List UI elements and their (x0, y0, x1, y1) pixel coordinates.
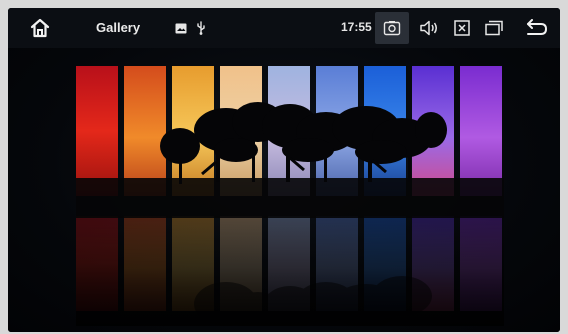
home-button[interactable] (28, 16, 52, 40)
camera-icon (383, 21, 401, 36)
volume-icon (420, 20, 437, 36)
image-icon (174, 21, 188, 35)
close-app-button[interactable] (452, 18, 472, 38)
app-title: Gallery (96, 20, 141, 35)
status-bar: Gallery 17:55 (8, 8, 560, 48)
displayed-photo[interactable] (76, 66, 504, 326)
home-icon (30, 18, 50, 38)
image-viewer[interactable] (8, 48, 560, 332)
close-box-icon (454, 20, 470, 36)
device-screen: Gallery 17:55 (8, 8, 560, 332)
recent-apps-button[interactable] (484, 18, 504, 38)
back-button[interactable] (524, 18, 548, 38)
usb-icon (194, 20, 208, 36)
screenshot-button[interactable] (375, 12, 409, 44)
clock: 17:55 (341, 20, 372, 34)
back-arrow-icon (527, 19, 548, 35)
recent-apps-icon (485, 20, 503, 36)
volume-button[interactable] (419, 18, 439, 38)
